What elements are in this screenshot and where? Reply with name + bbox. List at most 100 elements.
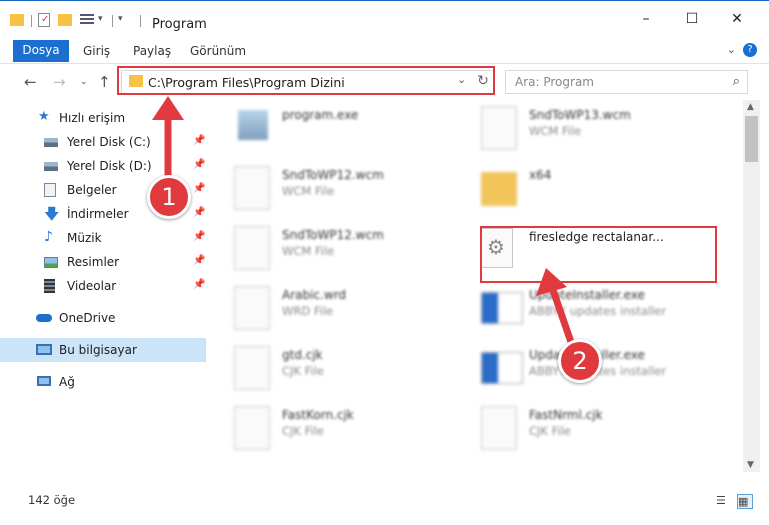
search-box[interactable]: Ara: Program ⌕ [505, 70, 748, 94]
ribbon: Dosya Giriş Paylaş Görünüm ⌄ ? [0, 38, 769, 64]
tiles-view-icon[interactable]: ▦ [737, 494, 753, 509]
sidebar-item-label: İndirmeler [67, 207, 129, 221]
scroll-down-icon[interactable]: ▼ [747, 460, 754, 470]
tab-home[interactable]: Giriş [83, 44, 110, 58]
folder-name: x64 [529, 168, 552, 182]
tab-view[interactable]: Görünüm [190, 44, 246, 58]
sidebar-item-onedrive[interactable]: OneDrive [0, 306, 206, 330]
installer-icon [481, 352, 523, 384]
file-name: SndToWP13.wcm [529, 108, 631, 122]
sidebar-item-label: Bu bilgisayar [59, 343, 137, 357]
file-desc: CJK File [282, 364, 324, 378]
sidebar-item-label: Videolar [67, 279, 117, 293]
close-icon[interactable]: ✕ [728, 11, 746, 27]
file-desc: WRD File [282, 304, 334, 318]
drive-icon [44, 138, 58, 147]
sidebar-item-pictures[interactable]: Resimler 📌 [0, 250, 206, 274]
file-item[interactable]: gtd.cjk CJK File [234, 342, 464, 394]
file-item[interactable]: SndToWP13.wcm WCM File [481, 102, 711, 154]
installer-icon [481, 292, 523, 324]
file-name: SndToWP12.wcm [282, 168, 384, 182]
scroll-up-icon[interactable]: ▲ [747, 102, 754, 112]
separator [112, 15, 113, 27]
music-icon: ♪ [44, 229, 53, 245]
file-item[interactable]: SndToWP12.wcm WCM File [234, 222, 464, 274]
file-desc: WCM File [529, 124, 582, 138]
minimize-icon[interactable]: – [637, 11, 655, 27]
pin-icon[interactable]: 📌 [193, 183, 205, 194]
cloud-icon [36, 314, 52, 322]
network-icon [37, 376, 51, 386]
sidebar-item-label: OneDrive [59, 311, 116, 325]
file-item[interactable]: program.exe [234, 102, 464, 154]
download-icon: 🡇 [44, 205, 60, 223]
document-icon [481, 406, 517, 450]
sidebar-item-label: Resimler [67, 255, 120, 269]
sidebar-item-network[interactable]: Ağ [0, 370, 206, 394]
address-dropdown-icon[interactable]: ⌄ [457, 73, 466, 86]
file-desc: CJK File [529, 424, 571, 438]
sidebar-item-label: Müzik [67, 231, 102, 245]
properties-icon[interactable]: ✓ [38, 13, 50, 27]
refresh-icon[interactable]: ↻ [472, 70, 494, 94]
sidebar-item-label: Ağ [59, 375, 75, 389]
details-view-icon[interactable]: ☰ [716, 494, 730, 507]
tab-share[interactable]: Paylaş [133, 44, 171, 58]
status-bar: 142 öğe ☰ ▦ [0, 488, 769, 512]
maximize-icon[interactable]: ☐ [683, 11, 701, 27]
file-desc: WCM File [282, 244, 335, 258]
tab-file[interactable]: Dosya [13, 40, 69, 62]
pin-icon[interactable]: 📌 [193, 135, 205, 146]
file-item[interactable]: Arabic.wrd WRD File [234, 282, 464, 334]
sidebar-item-quick-access[interactable]: ★ Hızlı erişim [0, 106, 206, 130]
overflow-dropdown-icon[interactable]: ▾ [118, 14, 123, 30]
file-name: FastKorn.cjk [282, 408, 354, 422]
vertical-scrollbar[interactable]: ▲ ▼ [743, 100, 760, 472]
customize-dropdown-icon[interactable]: ▾ [98, 14, 103, 30]
sidebar-item-local-disk-c[interactable]: Yerel Disk (C:) 📌 [0, 130, 206, 154]
navigation-pane: ★ Hızlı erişim Yerel Disk (C:) 📌 Yerel D… [0, 100, 208, 472]
help-icon[interactable]: ? [743, 43, 757, 57]
file-name: Arabic.wrd [282, 288, 347, 302]
sidebar-item-this-pc[interactable]: Bu bilgisayar [0, 338, 206, 362]
search-icon[interactable]: ⌕ [733, 74, 740, 89]
document-icon [481, 106, 517, 150]
back-icon[interactable]: ← [24, 73, 37, 91]
pin-icon[interactable]: 📌 [193, 255, 205, 266]
sidebar-item-videos[interactable]: Videolar 📌 [0, 274, 206, 298]
file-item[interactable]: UpdateInstaller.exe ABBYY updates instal… [481, 282, 711, 334]
new-folder-icon[interactable] [58, 14, 72, 26]
separator [31, 15, 32, 27]
recent-dropdown-icon[interactable]: ⌄ [80, 77, 88, 87]
separator [140, 15, 141, 27]
forward-icon[interactable]: → [53, 73, 66, 91]
document-icon [234, 226, 270, 270]
file-item[interactable]: FastKorn.cjk CJK File [234, 402, 464, 454]
computer-icon [36, 344, 52, 355]
document-icon [234, 346, 270, 390]
pin-icon[interactable]: 📌 [193, 231, 205, 242]
search-input[interactable]: Ara: Program [515, 75, 594, 89]
documents-icon [44, 183, 56, 197]
up-icon[interactable]: ↑ [98, 73, 111, 91]
title-bar: ✓ ▾ ▾ Program – ☐ ✕ [0, 0, 769, 38]
file-desc: WCM File [282, 184, 335, 198]
file-highlight-box [480, 226, 717, 283]
pin-icon[interactable]: 📌 [193, 207, 205, 218]
scroll-thumb[interactable] [745, 116, 758, 162]
sidebar-item-local-disk-d[interactable]: Yerel Disk (D:) 📌 [0, 154, 206, 178]
ribbon-expand-icon[interactable]: ⌄ [727, 43, 736, 56]
sidebar-item-music[interactable]: ♪ Müzik 📌 [0, 226, 206, 250]
file-item[interactable]: SndToWP12.wcm WCM File [234, 162, 464, 214]
document-icon [234, 166, 270, 210]
item-count: 142 öğe [28, 493, 76, 507]
folder-item[interactable]: x64 [481, 162, 711, 214]
pin-icon[interactable]: 📌 [193, 279, 205, 290]
view-icon[interactable] [80, 14, 94, 26]
file-item[interactable]: FastNrml.cjk CJK File [481, 402, 711, 454]
pin-icon[interactable]: 📌 [193, 159, 205, 170]
pictures-icon [44, 257, 58, 268]
document-icon [234, 286, 270, 330]
file-desc: ABBYY updates installer [529, 304, 667, 318]
file-list: program.exe SndToWP12.wcm WCM File SndTo… [210, 100, 743, 472]
